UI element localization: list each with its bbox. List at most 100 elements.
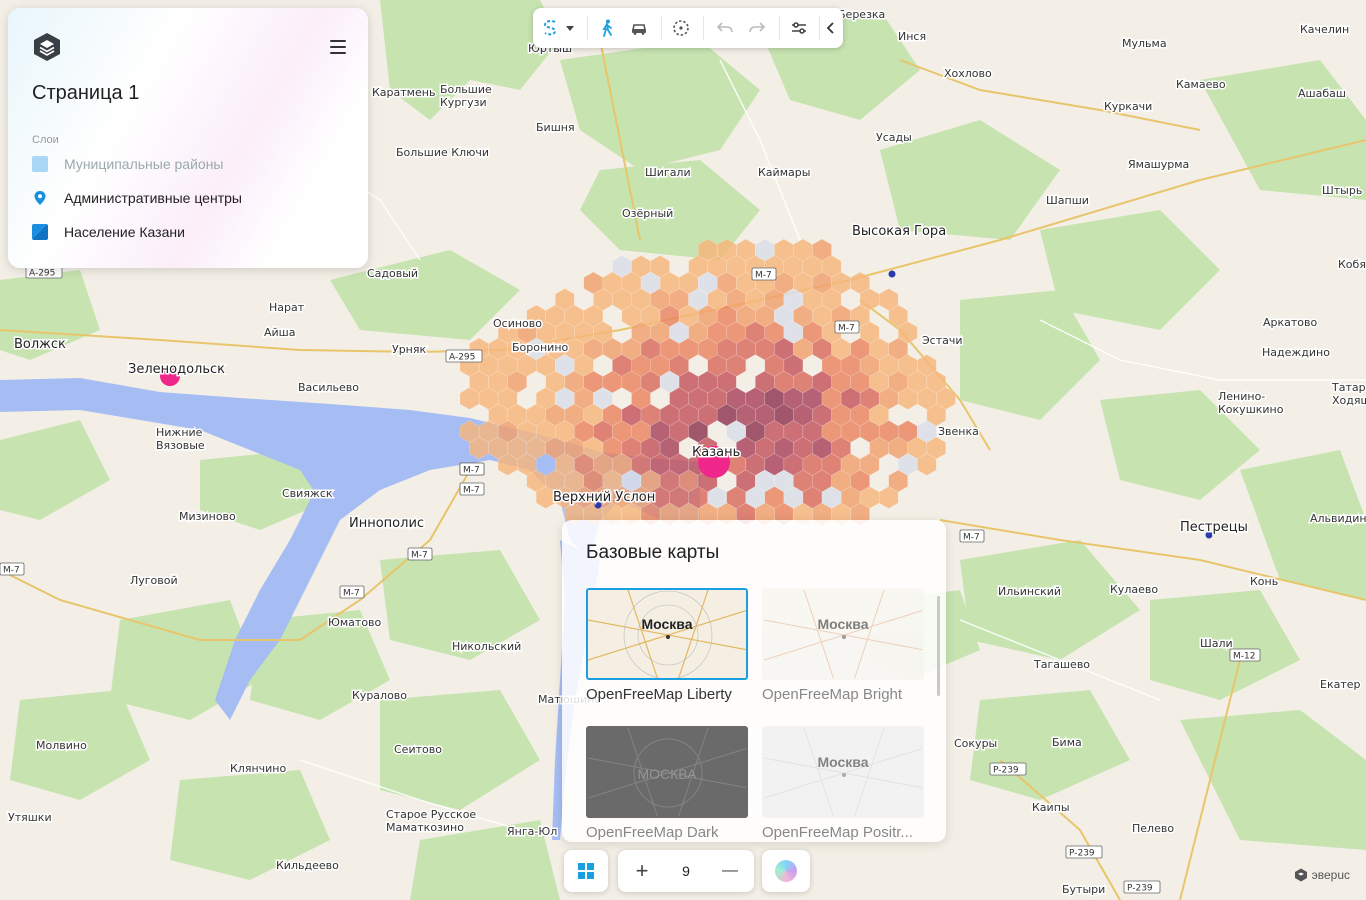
thumbnail-city-label: Москва [817,754,869,770]
basemap-thumbnail: Москва [762,726,924,818]
place-label: Сокуры [954,737,997,750]
place-label: Иннополис [349,516,424,531]
place-label: Садовый [367,267,418,280]
place-label: Мизиново [179,510,236,523]
thumbnail-city-label: Москва [641,616,693,632]
layers-panel: Страница 1 Слои Муниципальные районы Адм… [8,8,368,268]
place-label: Ильинский [998,585,1061,598]
place-label: Шали [1200,637,1233,650]
place-label: Каратмень [372,86,435,99]
page-title: Страница 1 [32,82,140,104]
place-label: Юматово [328,616,382,629]
road-shield: M-7 [751,267,777,281]
place-label: Васильево [298,381,359,394]
svg-text:M-7: M-7 [411,551,428,561]
road-shield: P-239 [989,762,1027,776]
layer-item-municipal-districts[interactable]: Муниципальные районы [32,152,223,176]
basemaps-panel: Базовые карты Москва OpenFreeMap Liberty… [562,520,946,842]
svg-text:A-295: A-295 [29,269,55,279]
basemaps-scrollbar[interactable] [937,596,940,696]
lasso-icon[interactable] [539,16,563,40]
road-shield: P-239 [1123,880,1161,894]
place-label: Штырь [1322,184,1362,197]
road-shield: A-295 [445,349,483,363]
vysokaya-gora-marker[interactable] [888,270,896,278]
zoom-in-button[interactable]: + [630,859,654,883]
place-label: Урняк [392,343,426,356]
place-label: Инся [898,30,926,43]
car-icon[interactable] [627,16,651,40]
place-label: Каймары [758,166,810,179]
zoom-out-button[interactable]: — [718,859,742,883]
place-label: ТатарскиеХодяши [1331,381,1366,407]
square-layer-icon [32,224,48,240]
basemap-name: OpenFreeMap Bright [762,686,903,703]
place-label: Кураловo [352,689,407,702]
place-label: Кильдеево [276,859,339,872]
sliders-icon[interactable] [787,16,811,40]
svg-text:M-7: M-7 [3,566,20,576]
toolbar-divider [587,16,588,40]
place-label: Камаево [1176,78,1226,91]
thumbnail-city-label: МОСКВА [637,766,697,782]
grid-icon [578,863,594,879]
svg-text:M-7: M-7 [838,324,855,334]
redo-icon[interactable] [745,16,769,40]
basemap-bright[interactable]: Москва OpenFreeMap Bright [762,588,924,703]
place-label: Березка [838,8,885,21]
pedestrian-icon[interactable] [595,16,619,40]
place-label: Усады [876,131,912,144]
place-label: Ямашурма [1128,158,1189,171]
place-label: Кулаево [1110,583,1158,596]
square-layer-icon [32,156,48,172]
road-shield: M-7 [339,585,365,599]
place-label: Сеитово [394,743,442,756]
attribution-text: эверuc [1311,868,1350,882]
zoom-control: + 9 — [618,850,754,892]
thumbnail-city-label: Москва [817,616,869,632]
basemap-liberty[interactable]: Москва OpenFreeMap Liberty [586,588,748,703]
place-label: Куркачи [1104,100,1152,113]
layer-item-admin-centers[interactable]: Административные центры [32,186,242,210]
chevron-down-icon[interactable] [563,16,577,40]
basemap-positron[interactable]: Москва OpenFreeMap Positr... [762,726,924,841]
road-shield: M-7 [407,547,433,561]
place-label: Екатер [1320,678,1361,691]
place-label: Ашабаш [1298,87,1346,100]
place-label: Тагашево [1033,658,1090,671]
dashed-circle-icon[interactable] [669,16,693,40]
svg-text:P-239: P-239 [1127,884,1153,894]
place-label: Большие Кургузи [440,83,492,109]
map-toolbar [533,8,843,48]
zoom-level: 9 [682,863,690,879]
basemap-dark[interactable]: МОСКВА OpenFreeMap Dark [586,726,748,841]
place-label: Кобя [1338,258,1366,271]
place-label: Верхний Услон [553,490,655,505]
place-label: Альвидино [1310,512,1366,525]
undo-icon[interactable] [713,16,737,40]
layer-item-kazan-population[interactable]: Население Казани [32,220,185,244]
theme-button[interactable] [762,850,810,892]
place-label: Каипы [1032,801,1070,814]
place-label: Надеждино [1262,346,1330,359]
attribution[interactable]: эверuc [1294,868,1350,882]
toolbar-divider [703,16,704,40]
place-label: Бишня [536,121,575,134]
basemaps-toggle-button[interactable] [564,850,608,892]
brand-logo-icon [1294,868,1307,882]
menu-icon[interactable] [330,40,346,54]
place-label: Свияжск [282,487,333,500]
place-label: Высокая Гора [852,224,946,239]
road-shield: M-7 [0,562,25,576]
svg-text:M-12: M-12 [1233,652,1255,662]
place-label: Луговой [130,574,178,587]
basemap-thumbnail: МОСКВА [586,726,748,818]
road-shield: M-7 [834,320,860,334]
place-label: Конь [1250,575,1278,588]
place-label: Шигали [645,166,691,179]
chevron-left-icon[interactable] [819,16,843,40]
layer-label: Муниципальные районы [64,156,224,172]
place-label: Большие Ключи [396,146,489,159]
place-label: Айша [264,326,295,339]
svg-text:P-239: P-239 [993,766,1019,776]
